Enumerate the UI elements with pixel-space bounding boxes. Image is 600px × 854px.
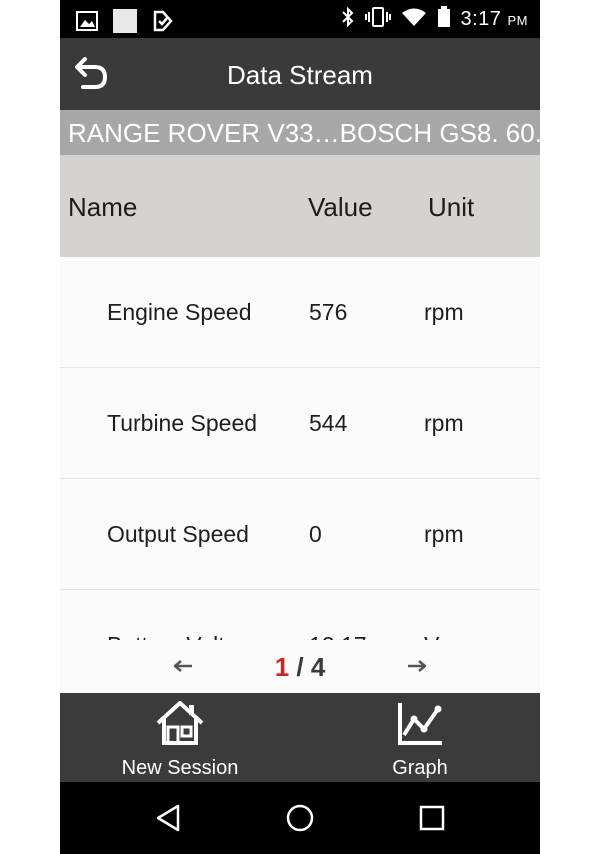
- page-current: 1: [274, 652, 290, 682]
- graph-icon: [398, 703, 442, 745]
- clock-ampm: PM: [507, 13, 528, 28]
- table-row[interactable]: Turbine Speed 544 rpm: [60, 368, 540, 479]
- next-page-button[interactable]: [404, 654, 430, 678]
- table-row[interactable]: Battery Voltage 12.17 V: [60, 590, 540, 640]
- app-bar: Data Stream: [60, 38, 540, 110]
- clock: 3:17 PM: [461, 8, 529, 31]
- check-notification-icon: [152, 10, 174, 37]
- row-value: 576: [309, 299, 348, 325]
- vibrate-icon: [364, 6, 391, 33]
- home-circle-icon: [286, 804, 314, 832]
- row-value: 12.17: [309, 632, 367, 640]
- bluetooth-icon: [341, 6, 355, 33]
- page-total: 4: [310, 652, 326, 682]
- row-unit: rpm: [424, 299, 464, 325]
- row-value: 0: [309, 521, 322, 547]
- row-name: Battery Voltage: [107, 632, 263, 640]
- header-value: Value: [308, 192, 373, 222]
- row-name: Turbine Speed: [107, 410, 258, 436]
- recents-square-icon: [419, 805, 445, 831]
- row-unit: rpm: [424, 410, 464, 436]
- wifi-icon: [401, 7, 427, 32]
- header-unit: Unit: [428, 192, 475, 222]
- new-session-button[interactable]: New Session: [60, 693, 300, 782]
- page-indicator: 1 / 4: [60, 652, 540, 683]
- status-bar: 3:17 PM: [60, 0, 540, 38]
- page-title: Data Stream: [227, 60, 373, 90]
- table-row[interactable]: Output Speed 0 rpm: [60, 479, 540, 590]
- page-separator: /: [289, 652, 311, 682]
- system-nav-bar: [60, 782, 540, 854]
- graph-label: Graph: [392, 757, 448, 779]
- nav-home-button[interactable]: [280, 800, 320, 836]
- image-icon: [76, 11, 98, 36]
- bottom-toolbar: New Session Graph: [60, 693, 540, 782]
- row-name: Output Speed: [107, 521, 249, 547]
- row-name: Engine Speed: [107, 299, 252, 325]
- row-unit: rpm: [424, 521, 464, 547]
- phone-screen: 3:17 PM Data Stream RANGE ROVER V33…BOSC…: [60, 0, 540, 854]
- nav-recents-button[interactable]: [412, 800, 452, 836]
- table-row[interactable]: Engine Speed 576 rpm: [60, 257, 540, 368]
- pagination: 1 / 4: [60, 640, 540, 693]
- back-triangle-icon: [156, 804, 180, 832]
- graph-button[interactable]: Graph: [300, 693, 540, 782]
- row-value: 544: [309, 410, 348, 436]
- row-unit: V: [424, 632, 439, 640]
- home-icon: [156, 701, 204, 745]
- table-header: Name Value Unit: [60, 155, 540, 257]
- data-stream-list[interactable]: Engine Speed 576 rpm Turbine Speed 544 r…: [60, 257, 540, 640]
- arrow-right-icon: [408, 660, 427, 672]
- vehicle-label: RANGE ROVER V33…BOSCH GS8. 60. 1: [60, 110, 540, 155]
- new-session-label: New Session: [121, 757, 239, 779]
- header-name: Name: [68, 192, 138, 222]
- square-icon: [112, 8, 138, 39]
- battery-icon: [437, 6, 451, 33]
- nav-back-button[interactable]: [148, 800, 188, 836]
- clock-time: 3:17: [460, 8, 502, 30]
